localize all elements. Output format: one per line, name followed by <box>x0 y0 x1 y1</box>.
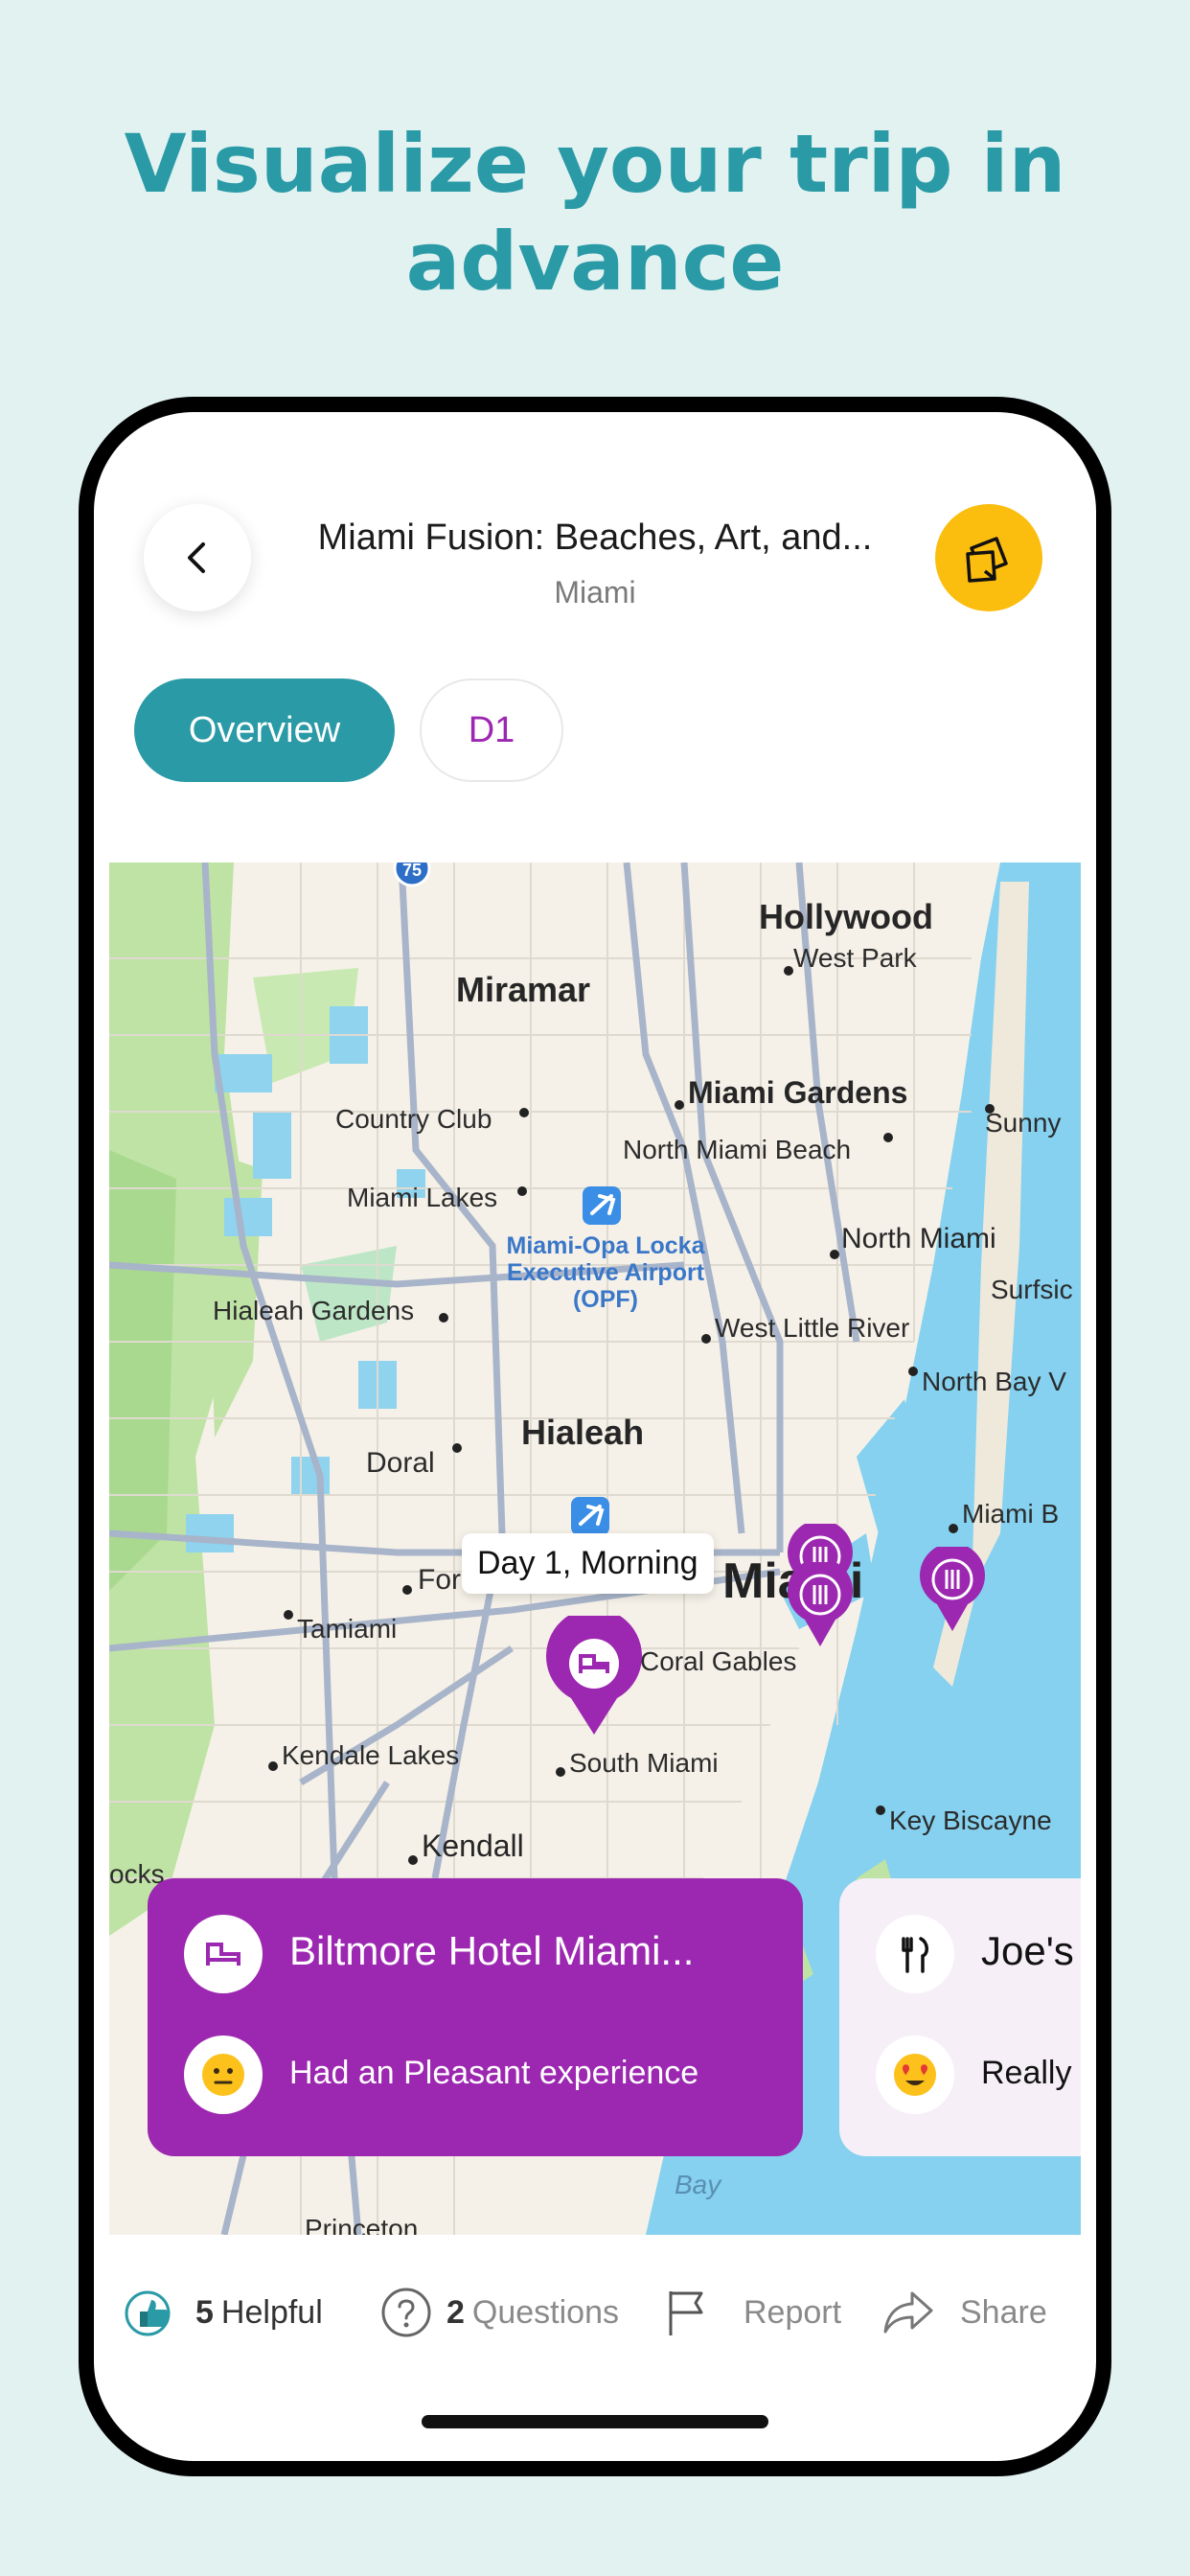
card-experience: Really <box>981 2055 1072 2091</box>
card-experience: Had an Pleasant experience <box>289 2055 699 2091</box>
helpful-count: 5 <box>195 2293 214 2331</box>
report-label: Report <box>744 2293 842 2331</box>
share-arrow-icon <box>880 2286 937 2339</box>
restaurant-pin[interactable] <box>918 1547 987 1633</box>
map-dot <box>439 1313 448 1322</box>
tab-overview[interactable]: Overview <box>134 678 395 782</box>
tab-d1-label: D1 <box>468 709 515 750</box>
map-label-coral-gables: Coral Gables <box>640 1646 797 1676</box>
map-dot <box>402 1585 412 1595</box>
map-label-kendale-lakes: Kendale Lakes <box>282 1740 460 1770</box>
restaurant-pin[interactable] <box>786 1562 855 1648</box>
map-label-kendall: Kendall <box>422 1828 524 1863</box>
sticky-notes-icon <box>966 537 1008 583</box>
fork-knife-icon <box>902 1937 928 1973</box>
card-icon-circle <box>184 1915 263 1993</box>
map-dot <box>675 1100 684 1110</box>
card-title: Biltmore Hotel Miami... <box>289 1928 695 1973</box>
back-button[interactable] <box>144 504 251 611</box>
map-label-hialeah: Hialeah <box>521 1413 645 1452</box>
map-label-hollywood: Hollywood <box>759 897 933 936</box>
heart-eyes-icon <box>894 2054 936 2096</box>
map-label-west-park: West Park <box>793 943 917 973</box>
tab-overview-label: Overview <box>188 709 341 750</box>
map-label-fontainebleau: For <box>418 1564 461 1596</box>
card-icon-circle <box>876 1915 954 1993</box>
trip-title: Miami Fusion: Beaches, Art, and... <box>317 518 873 558</box>
heart-eyes-emoji <box>876 2036 954 2114</box>
map-label-key-biscayne: Key Biscayne <box>889 1806 1052 1835</box>
questions-button[interactable]: 2 Questions <box>379 2279 619 2346</box>
place-card-biltmore[interactable]: Biltmore Hotel Miami... Had an Pleasant … <box>148 1878 803 2156</box>
map-dot <box>519 1108 529 1117</box>
map-label-country-club: Country Club <box>335 1104 492 1134</box>
map-label-miami-lakes: Miami Lakes <box>347 1183 498 1212</box>
map-label-bay: Bay <box>675 2170 721 2199</box>
map-label-miami-beach: Miami B <box>962 1499 1060 1529</box>
map-dot <box>876 1806 885 1815</box>
map-dot <box>268 1761 278 1771</box>
questions-count: 2 <box>446 2293 465 2331</box>
app-screen: Miami Fusion: Beaches, Art, and... Miami… <box>94 412 1096 2461</box>
map-label-north-bay: North Bay V <box>922 1367 1066 1396</box>
map-label-sunny: Sunny <box>985 1108 1062 1138</box>
map-label-north-miami: North Miami <box>841 1223 996 1254</box>
map-label-miramar: Miramar <box>456 970 591 1009</box>
helpful-label: Helpful <box>220 2293 323 2331</box>
map-dot <box>284 1610 293 1620</box>
card-title: Joe's <box>981 1928 1074 1973</box>
map-dot <box>883 1133 893 1142</box>
map-dot <box>985 1104 995 1114</box>
phone-frame: Miami Fusion: Beaches, Art, and... Miami… <box>79 397 1111 2476</box>
sticky-notes-button[interactable] <box>935 504 1042 611</box>
map-dot <box>701 1334 711 1344</box>
map-dot <box>517 1186 527 1196</box>
questions-label: Questions <box>471 2293 620 2331</box>
hotel-pin[interactable] <box>544 1616 644 1736</box>
place-card-joes[interactable]: Joe's Really <box>839 1878 1081 2156</box>
report-button[interactable]: Report <box>663 2279 841 2346</box>
home-indicator[interactable] <box>422 2415 768 2428</box>
neutral-face-icon <box>202 2054 244 2096</box>
trip-city: Miami <box>554 575 636 610</box>
map-dot <box>784 966 793 976</box>
map-dot <box>452 1443 462 1453</box>
map-label-miami-gardens: Miami Gardens <box>688 1075 908 1110</box>
share-label: Share <box>960 2293 1047 2331</box>
map-label-north-miami-beach: North Miami Beach <box>623 1135 852 1164</box>
bed-icon <box>206 1943 240 1966</box>
map-label-tamiami: Tamiami <box>297 1614 398 1644</box>
neutral-face-emoji <box>184 2036 263 2114</box>
chevron-left-icon <box>188 542 205 573</box>
map-label-hialeah-gardens: Hialeah Gardens <box>213 1296 415 1325</box>
headline-line-2: advance <box>405 215 785 309</box>
map-dot <box>908 1367 918 1376</box>
map-label-airport: Miami-Opa Locka Executive Airport (OPF) <box>506 1232 705 1313</box>
thumbs-up-icon <box>119 2287 182 2338</box>
map-label-princeton: Princeton <box>305 2214 419 2235</box>
day-tooltip: Day 1, Morning <box>462 1533 714 1594</box>
flag-icon <box>663 2286 717 2339</box>
map-dot <box>408 1855 418 1865</box>
map-dot <box>949 1524 958 1533</box>
question-circle-icon <box>379 2286 433 2339</box>
map-dot <box>830 1250 839 1259</box>
promo-headline: Visualize your trip in advance <box>0 115 1190 310</box>
map-dot <box>556 1767 565 1777</box>
headline-line-1: Visualize your trip in <box>124 117 1066 211</box>
highway-shield-label: 75 <box>402 862 422 880</box>
map-label-surfside: Surfsic <box>991 1275 1073 1304</box>
trip-map[interactable]: 75 Hollywood West Park Miramar Miami Gar… <box>109 862 1081 2235</box>
helpful-button[interactable]: 5 Helpful <box>119 2279 323 2346</box>
share-button[interactable]: Share <box>880 2279 1047 2346</box>
map-label-south-miami: South Miami <box>569 1748 719 1778</box>
tab-d1[interactable]: D1 <box>420 678 563 782</box>
map-label-west-little-river: West Little River <box>715 1313 910 1343</box>
map-label-doral: Doral <box>366 1447 435 1479</box>
